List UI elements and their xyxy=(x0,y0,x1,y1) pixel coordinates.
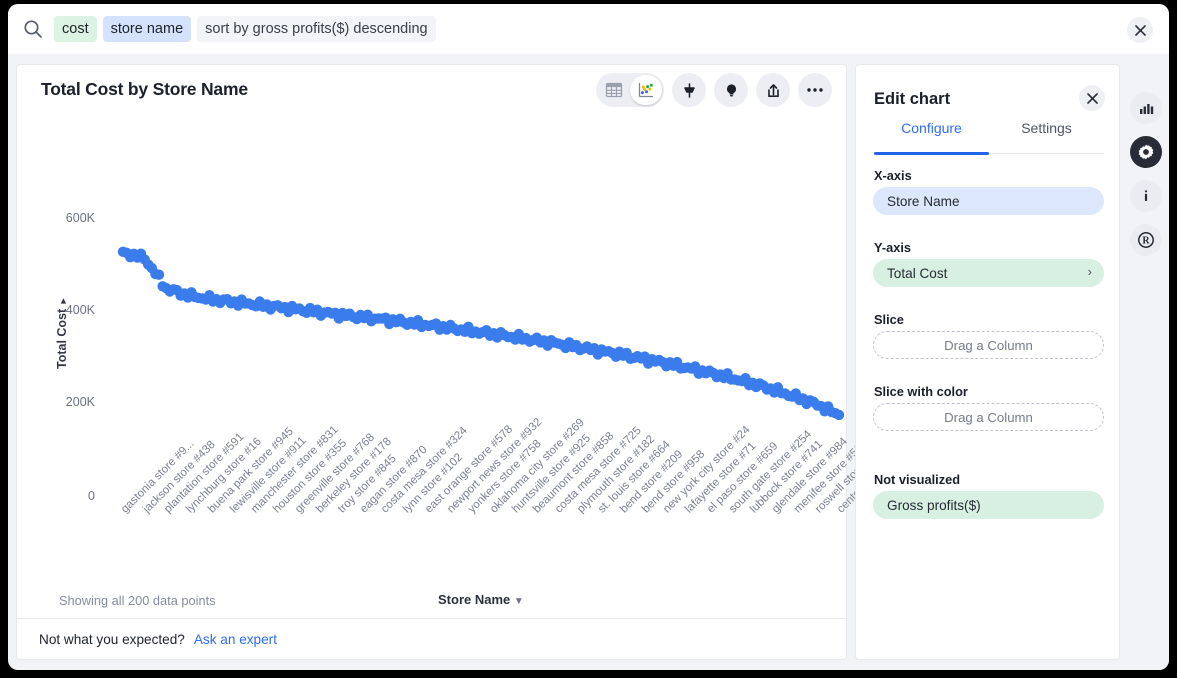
search-icon xyxy=(22,18,44,40)
info-icon[interactable] xyxy=(1130,180,1162,212)
chart-footer: Showing all 200 data points Store Name ▼ xyxy=(17,589,848,619)
field-dropzone-slice-with-color[interactable]: Drag a Column xyxy=(873,403,1104,431)
pin-icon[interactable] xyxy=(672,73,706,107)
share-icon[interactable] xyxy=(756,73,790,107)
field-label-slice: Slice xyxy=(874,312,904,327)
tab-settings[interactable]: Settings xyxy=(989,120,1104,154)
main-content: Total Cost by Store Name xyxy=(8,54,1169,670)
field-value-y-axis[interactable]: Total Cost › xyxy=(873,259,1104,287)
field-value-not-visualized[interactable]: Gross profits($) xyxy=(873,491,1104,519)
field-label-slice-with-color: Slice with color xyxy=(874,384,968,399)
table-view-icon[interactable] xyxy=(598,75,630,105)
dropzone-text: Drag a Column xyxy=(944,410,1033,425)
search-token-cost[interactable]: cost xyxy=(54,16,97,43)
scatter-plot: Total Cost ► 600K 400K 200K 0 gastonia s… xyxy=(17,121,848,621)
page-title: Total Cost by Store Name xyxy=(41,79,248,100)
edit-panel-title: Edit chart xyxy=(874,90,950,109)
field-value-text: Store Name xyxy=(887,194,960,209)
lightbulb-icon[interactable] xyxy=(714,73,748,107)
view-toggle-group xyxy=(596,73,664,107)
clear-search-button[interactable] xyxy=(1127,17,1153,43)
y-axis-ticks: 600K 400K 200K 0 xyxy=(27,121,95,461)
edit-chart-panel: Edit chart Configure Settings X-axis Sto… xyxy=(855,64,1120,660)
chevron-down-icon: ▼ xyxy=(514,596,524,607)
feedback-row: Not what you expected? Ask an expert xyxy=(17,619,848,659)
gear-icon[interactable] xyxy=(1130,136,1162,168)
svg-text:R: R xyxy=(1142,236,1150,247)
chart-card: Total Cost by Store Name xyxy=(16,64,847,660)
search-token-sort[interactable]: sort by gross profits($) descending xyxy=(197,16,435,43)
tab-configure[interactable]: Configure xyxy=(874,120,989,154)
field-value-x-axis[interactable]: Store Name xyxy=(873,187,1104,215)
chart-toolbar xyxy=(596,73,832,107)
right-icon-rail: R xyxy=(1121,54,1169,670)
ask-an-expert-link[interactable]: Ask an expert xyxy=(194,632,277,647)
data-point-count: Showing all 200 data points xyxy=(59,593,216,608)
feedback-text: Not what you expected? xyxy=(39,632,185,647)
close-panel-button[interactable] xyxy=(1079,85,1105,111)
app-window: cost store name sort by gross profits($)… xyxy=(8,4,1169,670)
field-label-x-axis: X-axis xyxy=(874,168,912,183)
field-dropzone-slice[interactable]: Drag a Column xyxy=(873,331,1104,359)
field-value-text: Gross profits($) xyxy=(887,498,981,513)
search-bar[interactable]: cost store name sort by gross profits($)… xyxy=(8,4,1169,54)
y-tick-label: 600K xyxy=(31,211,95,225)
dropzone-text: Drag a Column xyxy=(944,338,1033,353)
y-tick-label: 200K xyxy=(31,395,95,409)
more-options-icon[interactable] xyxy=(798,73,832,107)
x-axis-selector-label: Store Name xyxy=(438,592,510,607)
y-tick-label: 0 xyxy=(31,489,95,503)
x-axis-selector[interactable]: Store Name ▼ xyxy=(438,592,524,607)
search-token-store-name[interactable]: store name xyxy=(103,16,192,43)
chevron-right-icon: › xyxy=(1088,264,1092,279)
tab-active-indicator xyxy=(874,152,989,155)
bar-chart-icon[interactable] xyxy=(1130,92,1162,124)
field-label-y-axis: Y-axis xyxy=(874,240,911,255)
field-label-not-visualized: Not visualized xyxy=(874,472,960,487)
edit-panel-tabs: Configure Settings xyxy=(874,120,1104,154)
scatter-chart-icon[interactable] xyxy=(630,75,662,105)
y-tick-label: 400K xyxy=(31,303,95,317)
field-value-text: Total Cost xyxy=(887,266,947,281)
r-logo-icon[interactable]: R xyxy=(1130,224,1162,256)
